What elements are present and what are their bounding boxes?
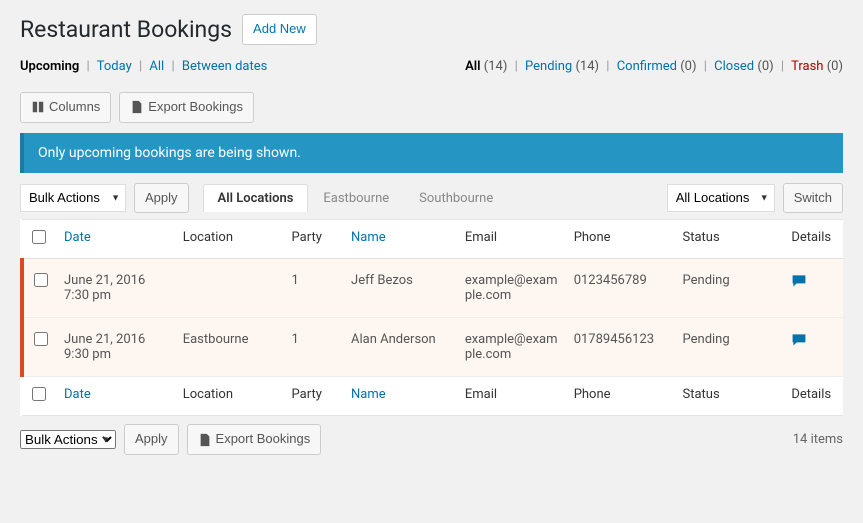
cell-location: Eastbourne — [175, 318, 284, 377]
tab-eastbourne[interactable]: Eastbourne — [308, 184, 404, 212]
col-name[interactable]: Name — [351, 230, 386, 245]
col-date-bottom[interactable]: Date — [64, 387, 91, 402]
details-link[interactable] — [791, 278, 807, 293]
status-confirmed-count: (0) — [680, 59, 696, 74]
select-all-checkbox[interactable] — [32, 230, 46, 244]
cell-date: June 21, 20167:30 pm — [56, 259, 175, 318]
col-date[interactable]: Date — [64, 230, 91, 245]
bulk-actions-select[interactable]: Bulk Actions — [20, 184, 126, 212]
select-all-checkbox-bottom[interactable] — [32, 387, 46, 401]
chat-icon — [791, 273, 807, 289]
col-location-bottom: Location — [175, 377, 284, 416]
columns-icon — [31, 100, 45, 114]
cell-date: June 21, 20169:30 pm — [56, 318, 175, 377]
tab-all-locations[interactable]: All Locations — [203, 184, 309, 212]
filter-between[interactable]: Between dates — [182, 59, 267, 74]
separator: | — [135, 59, 146, 74]
cell-name: Jeff Bezos — [343, 259, 457, 318]
cell-name: Alan Anderson — [343, 318, 457, 377]
add-new-button[interactable]: Add New — [242, 14, 317, 45]
cell-email: example@example.com — [457, 318, 566, 377]
separator: | — [700, 59, 711, 74]
col-location: Location — [175, 220, 284, 259]
col-details: Details — [783, 220, 843, 259]
filter-upcoming[interactable]: Upcoming — [20, 59, 79, 74]
separator: | — [167, 59, 178, 74]
status-confirmed[interactable]: Confirmed — [617, 59, 677, 74]
cell-status: Pending — [675, 259, 784, 318]
export-label-bottom: Export Bookings — [216, 429, 311, 450]
chat-icon — [791, 332, 807, 348]
apply-button-bottom[interactable]: Apply — [124, 424, 179, 455]
status-all-count: (14) — [484, 59, 508, 74]
export-label: Export Bookings — [148, 97, 243, 118]
col-status: Status — [675, 220, 784, 259]
tab-southbourne[interactable]: Southbourne — [404, 184, 508, 212]
separator: | — [511, 59, 522, 74]
switch-button[interactable]: Switch — [783, 183, 843, 214]
col-email: Email — [457, 220, 566, 259]
status-closed-count: (0) — [757, 59, 773, 74]
table-row: June 21, 20169:30 pm Eastbourne 1 Alan A… — [22, 318, 843, 377]
items-count: 14 items — [793, 432, 843, 447]
col-email-bottom: Email — [457, 377, 566, 416]
cell-email: example@example.com — [457, 259, 566, 318]
bulk-actions-select-bottom[interactable]: Bulk Actions — [20, 430, 116, 449]
location-filter-select[interactable]: All Locations — [667, 184, 775, 212]
col-phone: Phone — [566, 220, 675, 259]
status-closed[interactable]: Closed — [714, 59, 754, 74]
page-title: Restaurant Bookings — [20, 16, 232, 43]
bookings-table: Date Location Party Name Email Phone Sta… — [20, 219, 843, 416]
col-phone-bottom: Phone — [566, 377, 675, 416]
separator: | — [777, 59, 788, 74]
row-checkbox[interactable] — [34, 273, 48, 287]
col-details-bottom: Details — [783, 377, 843, 416]
status-pending-count: (14) — [575, 59, 599, 74]
status-all[interactable]: All — [465, 59, 480, 74]
row-checkbox[interactable] — [34, 332, 48, 346]
details-link[interactable] — [791, 337, 807, 352]
cell-party: 1 — [284, 259, 344, 318]
status-filter-links: All (14) | Pending (14) | Confirmed (0) … — [465, 59, 843, 74]
status-pending[interactable]: Pending — [525, 59, 572, 74]
col-party-bottom: Party — [284, 377, 344, 416]
date-filter-links: Upcoming | Today | All | Between dates — [20, 59, 267, 74]
location-tabs: All Locations Eastbourne Southbourne — [203, 184, 509, 212]
export-button[interactable]: Export Bookings — [119, 92, 254, 123]
status-trash-count: (0) — [827, 59, 843, 74]
columns-button[interactable]: Columns — [20, 92, 111, 123]
cell-location — [175, 259, 284, 318]
separator: | — [602, 59, 613, 74]
file-icon — [198, 433, 212, 447]
separator: | — [83, 59, 94, 74]
cell-status: Pending — [675, 318, 784, 377]
status-trash[interactable]: Trash — [791, 59, 823, 74]
info-notice: Only upcoming bookings are being shown. — [20, 133, 843, 173]
col-status-bottom: Status — [675, 377, 784, 416]
apply-button[interactable]: Apply — [134, 183, 189, 214]
columns-label: Columns — [49, 97, 100, 118]
filter-all-dates[interactable]: All — [149, 59, 164, 74]
table-row: June 21, 20167:30 pm 1 Jeff Bezos exampl… — [22, 259, 843, 318]
cell-phone: 01789456123 — [566, 318, 675, 377]
file-icon — [130, 100, 144, 114]
col-party: Party — [284, 220, 344, 259]
filter-today[interactable]: Today — [97, 59, 132, 74]
export-button-bottom[interactable]: Export Bookings — [187, 424, 322, 455]
cell-phone: 0123456789 — [566, 259, 675, 318]
col-name-bottom[interactable]: Name — [351, 387, 386, 402]
cell-party: 1 — [284, 318, 344, 377]
